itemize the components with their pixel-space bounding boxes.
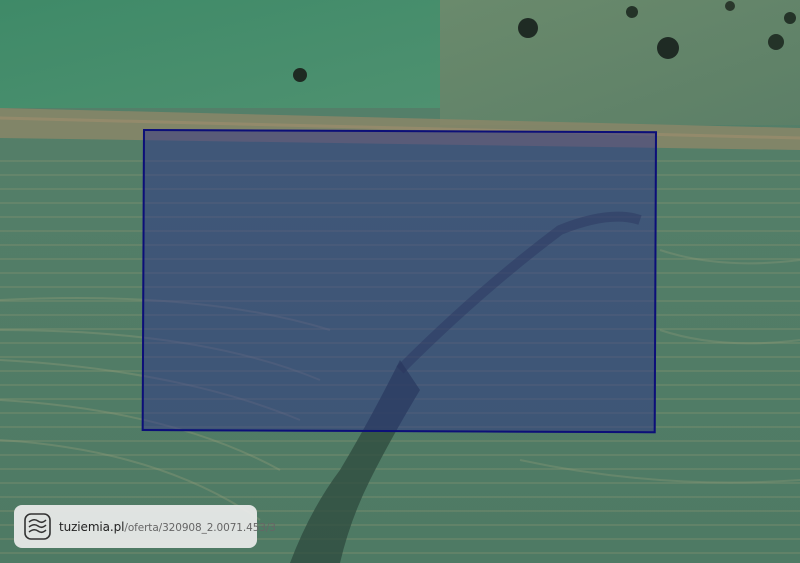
source-domain: tuziemia.pl	[59, 519, 125, 534]
satellite-map[interactable]: tuziemia.pl/oferta/320908_2.0071.453/3	[0, 0, 800, 563]
tuziemia-logo-icon	[24, 513, 51, 540]
source-link[interactable]: tuziemia.pl/oferta/320908_2.0071.453/3	[59, 520, 276, 534]
parcel-outline[interactable]	[141, 129, 657, 434]
source-badge[interactable]: tuziemia.pl/oferta/320908_2.0071.453/3	[14, 505, 276, 548]
source-path: /oferta/320908_2.0071.453/3	[124, 521, 276, 534]
